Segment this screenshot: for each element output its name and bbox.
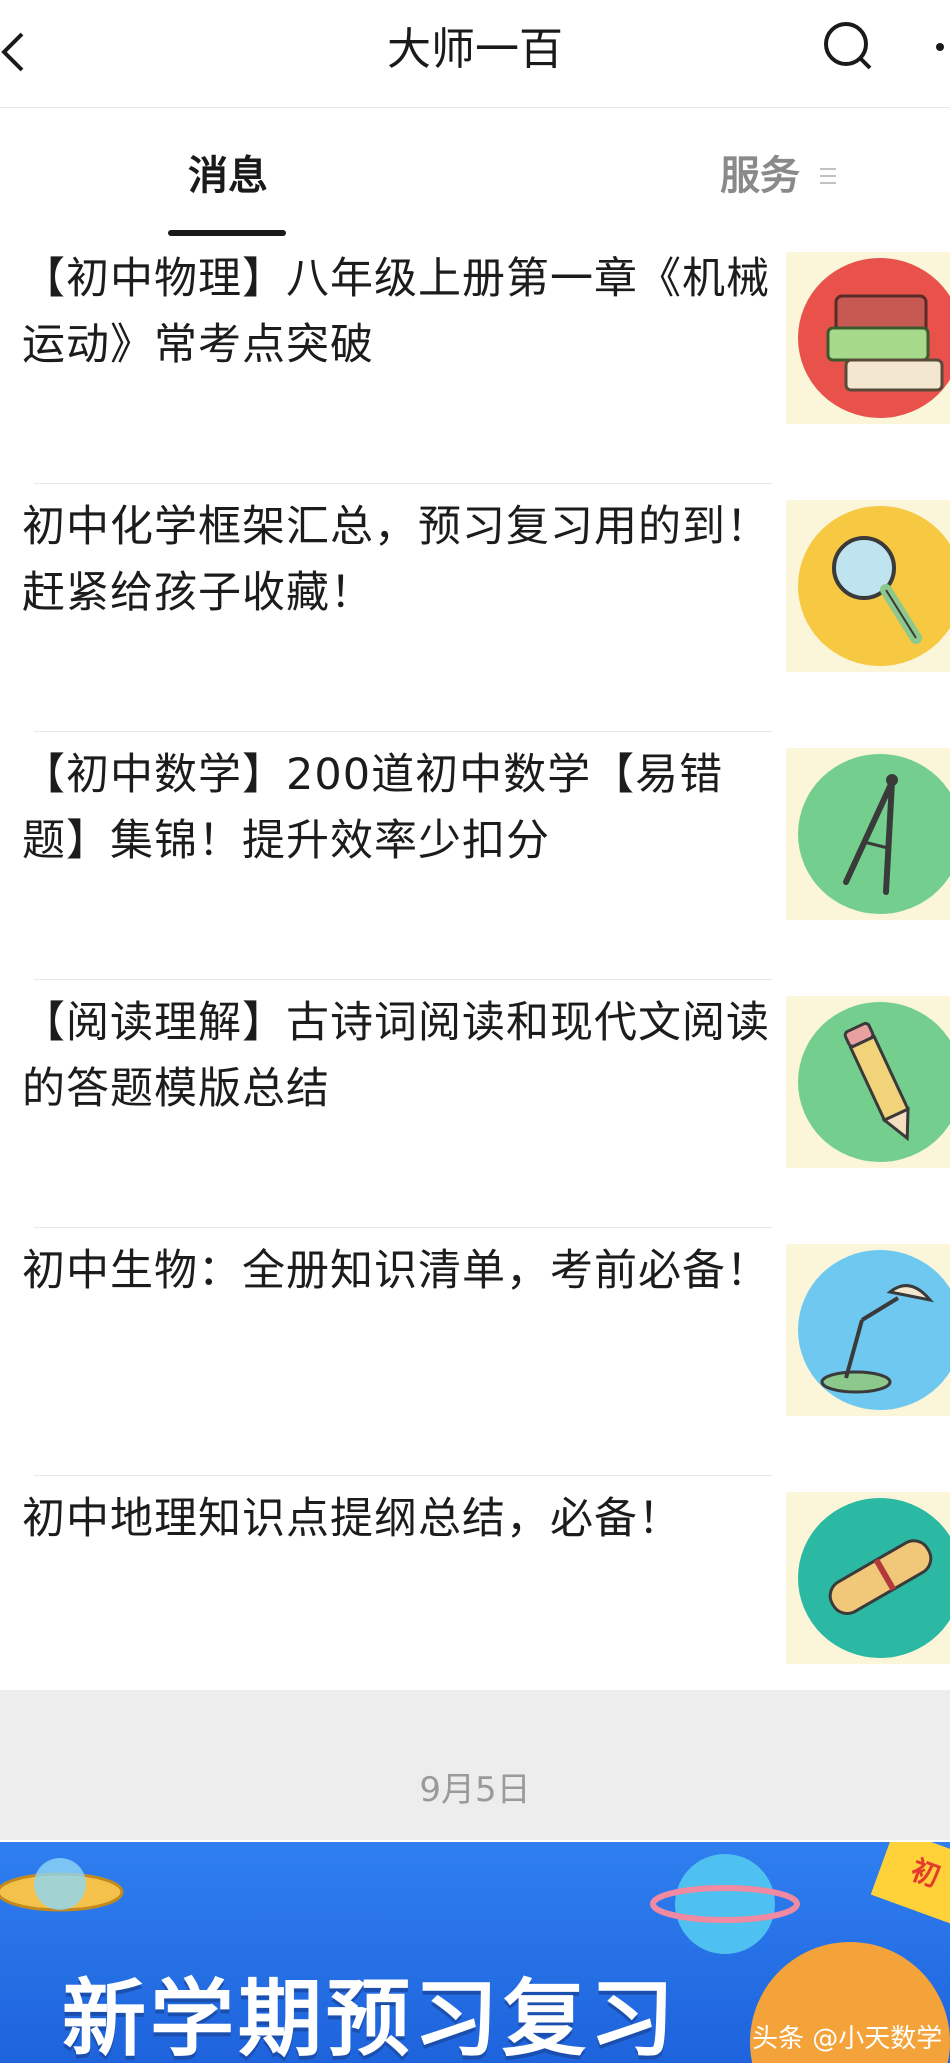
lamp-icon	[820, 1284, 934, 1394]
page-title: 大师一百	[387, 24, 563, 75]
article-title: 【初中数学】200道初中数学【易错题】集锦！提升效率少扣分	[22, 750, 724, 866]
list-item[interactable]: 【初中数学】200道初中数学【易错题】集锦！提升效率少扣分	[0, 732, 950, 980]
article-title: 【初中物理】八年级上册第一章《机械运动》常考点突破	[22, 254, 770, 370]
scroll-icon	[828, 1539, 933, 1615]
date-label: 9月5日	[419, 1770, 531, 1810]
header-bar: 大师一百	[0, 0, 950, 108]
article-title: 初中地理知识点提纲总结，必备！	[22, 1494, 682, 1544]
article-title: 初中生物：全册知识清单，考前必备！	[22, 1246, 770, 1296]
article-thumbnail	[786, 996, 950, 1168]
tab-bar: 消息 服务	[0, 110, 950, 238]
tab-services[interactable]: 服务	[720, 148, 800, 204]
article-thumbnail	[786, 1244, 950, 1416]
watermark-text: 头条 @小天数学	[752, 2024, 943, 2054]
article-list: 【初中物理】八年级上册第一章《机械运动》常考点突破 初中化学框架汇总，预习复习用…	[0, 236, 950, 1724]
list-item[interactable]: 初中化学框架汇总，预习复习用的到！赶紧给孩子收藏！	[0, 484, 950, 732]
search-button[interactable]	[820, 16, 880, 76]
banner-title: 新学期预习复习	[62, 1970, 679, 2063]
article-title: 初中化学框架汇总，预习复习用的到！赶紧给孩子收藏！	[22, 502, 770, 618]
more-button[interactable]	[934, 38, 946, 51]
list-item[interactable]: 初中生物：全册知识清单，考前必备！	[0, 1228, 950, 1476]
compass-icon	[843, 774, 898, 895]
article-thumbnail	[786, 1492, 950, 1664]
list-item[interactable]: 初中地理知识点提纲总结，必备！	[0, 1476, 950, 1724]
more-dots-icon	[936, 43, 944, 51]
article-title: 【阅读理解】古诗词阅读和现代文阅读的答题模版总结	[22, 998, 770, 1114]
article-thumbnail	[786, 500, 950, 672]
list-item[interactable]: 【初中物理】八年级上册第一章《机械运动》常考点突破	[0, 236, 950, 484]
magnifier-icon	[832, 536, 922, 644]
books-icon	[826, 294, 944, 392]
list-item[interactable]: 【阅读理解】古诗词阅读和现代文阅读的答题模版总结	[0, 980, 950, 1228]
article-thumbnail	[786, 748, 950, 920]
tab-messages[interactable]: 消息	[168, 148, 288, 204]
article-thumbnail	[786, 252, 950, 424]
pencil-icon	[843, 1021, 910, 1142]
menu-icon[interactable]	[820, 168, 836, 188]
search-icon	[824, 22, 872, 70]
